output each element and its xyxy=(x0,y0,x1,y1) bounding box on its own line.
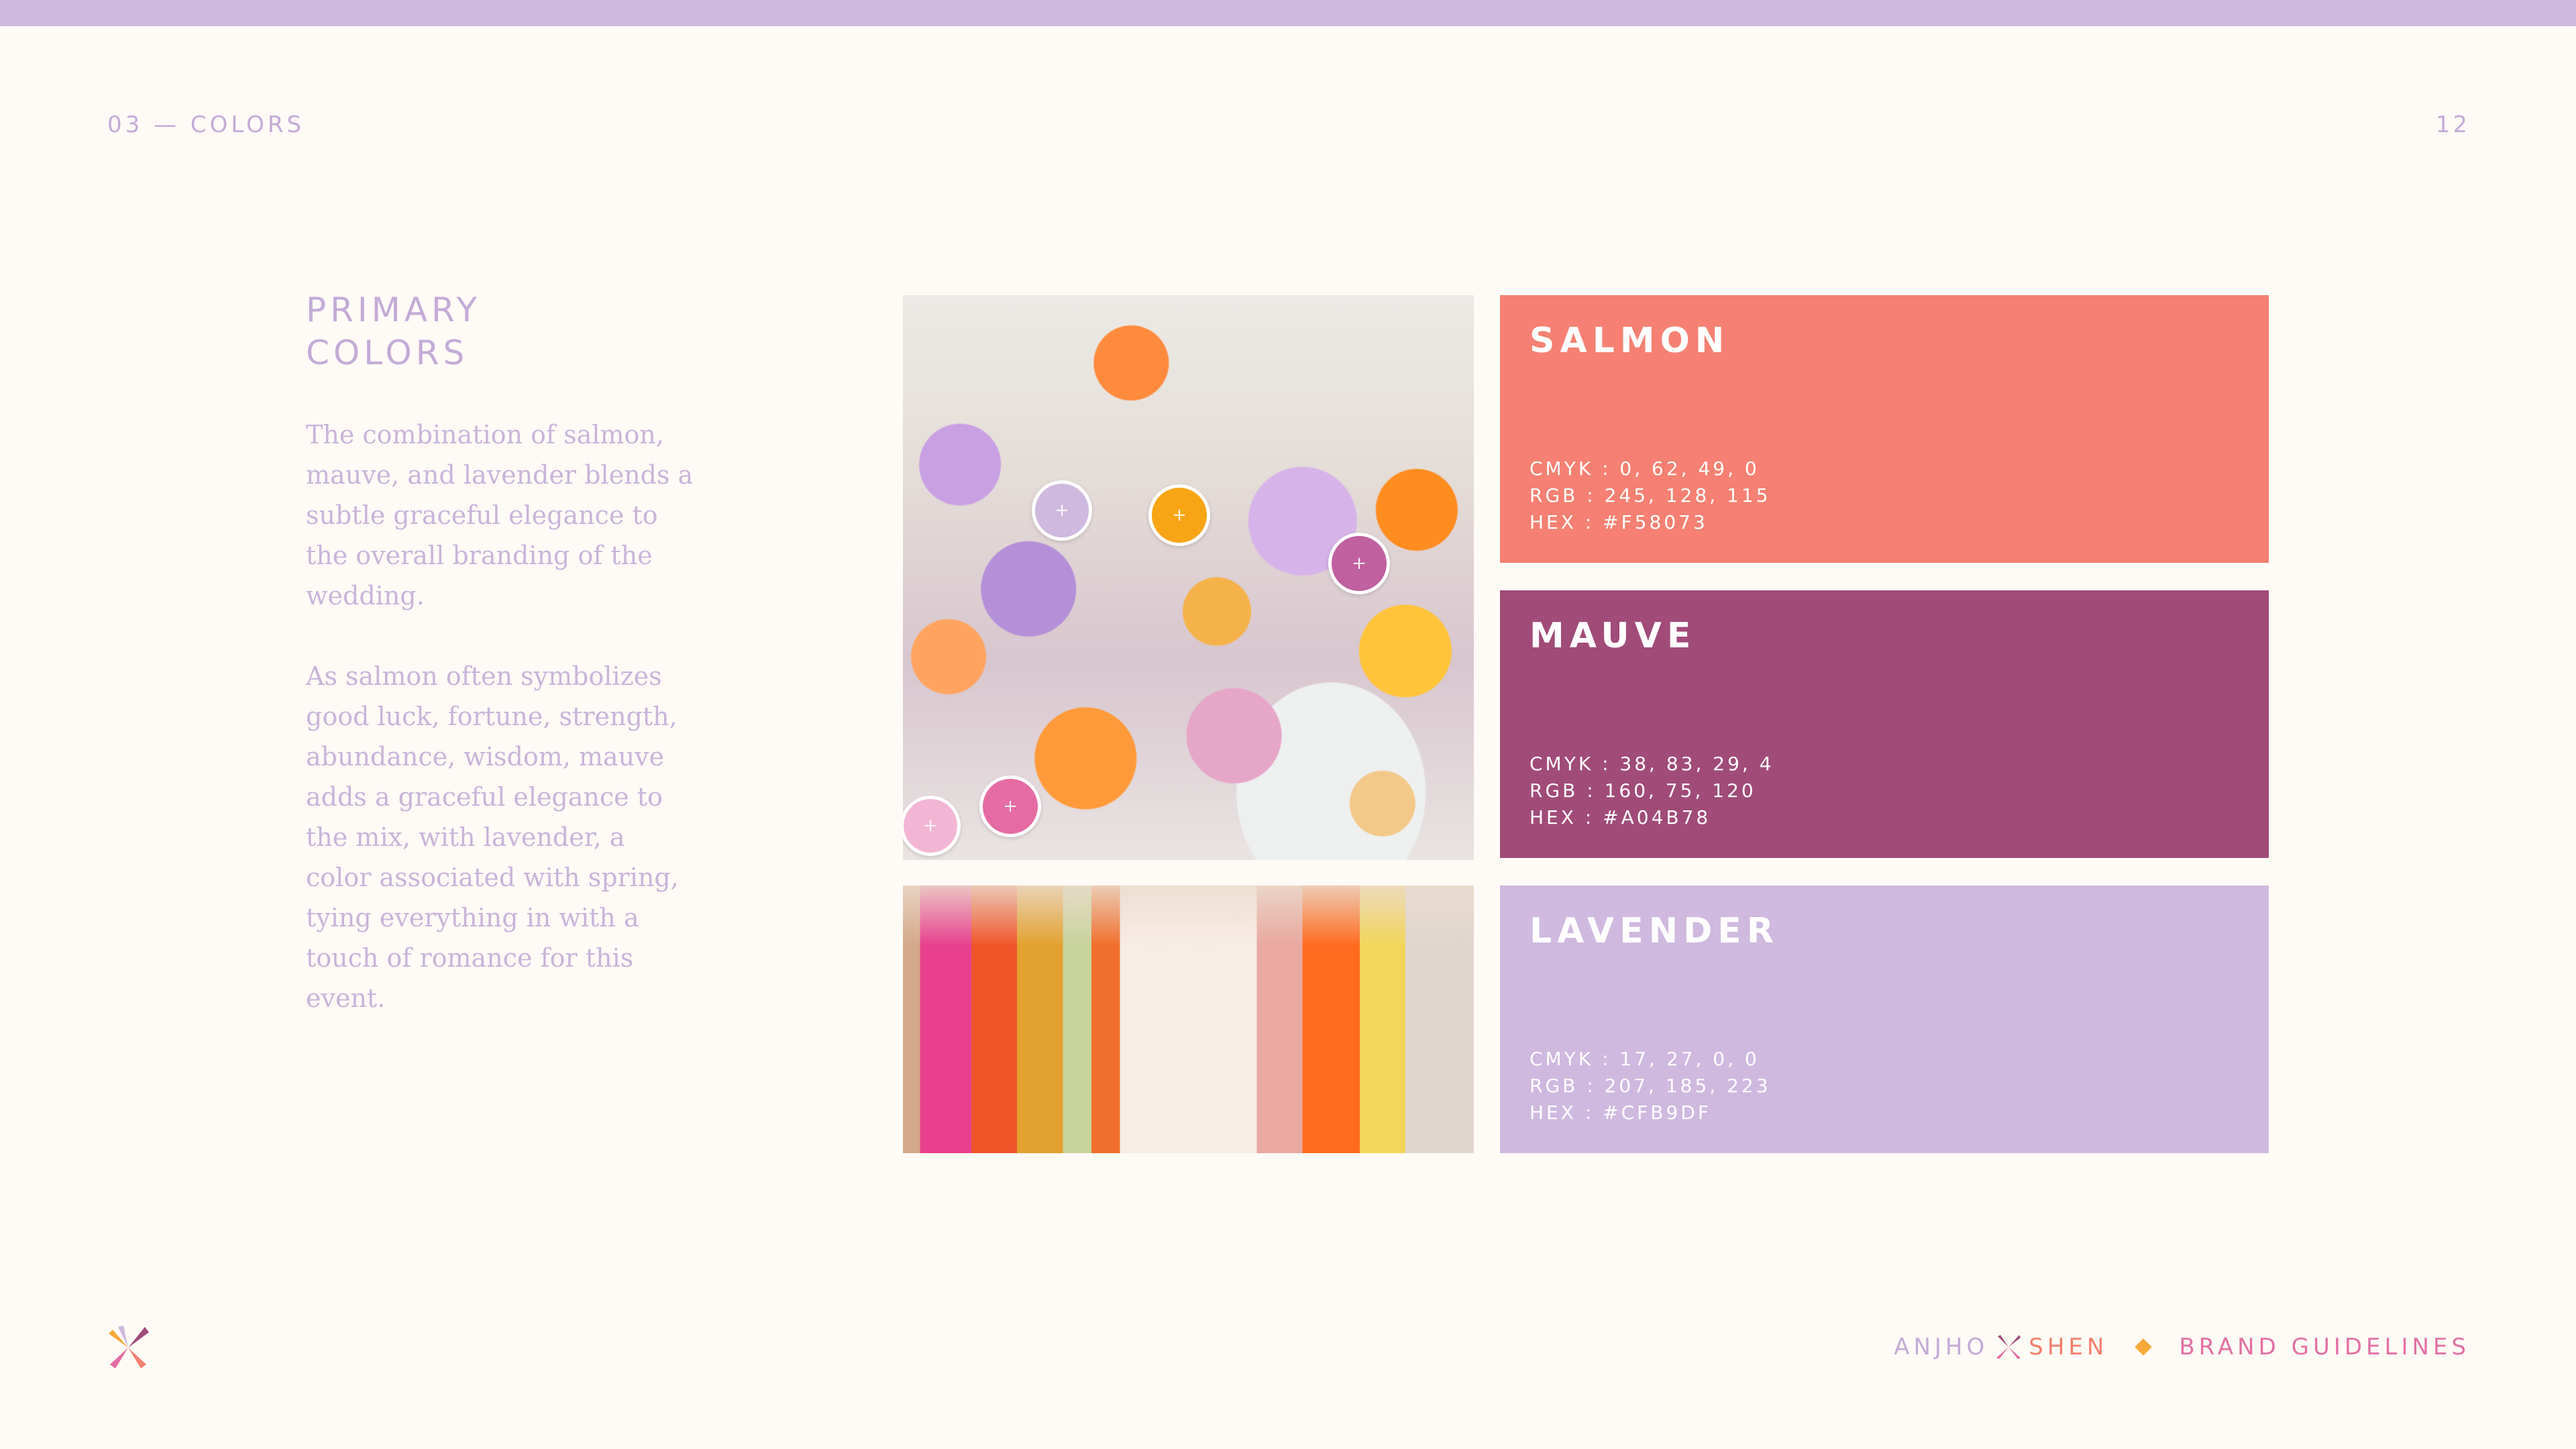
plus-icon[interactable]: + xyxy=(903,796,961,856)
swatch-rgb: RGB : 245, 128, 115 xyxy=(1529,484,1771,506)
swatch-name: MAUVE xyxy=(1529,616,1697,656)
top-accent-bar xyxy=(0,0,2576,26)
swatch-hex: HEX : #F58073 xyxy=(1529,511,1708,533)
swatch-rgb: RGB : 160, 75, 120 xyxy=(1529,780,1756,802)
page-number: 12 xyxy=(2435,111,2470,138)
swatch-rgb: RGB : 207, 185, 223 xyxy=(1529,1075,1771,1097)
diamond-icon xyxy=(2135,1338,2153,1356)
plus-icon[interactable]: + xyxy=(979,775,1041,837)
brand-name-second: SHEN xyxy=(2029,1334,2108,1360)
title-line-2: COLORS xyxy=(306,333,469,372)
swatch-cmyk: CMYK : 38, 83, 29, 4 xyxy=(1529,753,1774,775)
symbolism-paragraph: As salmon often symbolizes good luck, fo… xyxy=(306,661,679,1013)
swatch-values: CMYK : 0, 62, 49, 0 RGB : 245, 128, 115 … xyxy=(1529,455,1771,536)
footer-brand-line: ANJHO SHEN BRAND GUIDELINES xyxy=(1894,1334,2470,1360)
intro-paragraph: The combination of salmon, mauve, and la… xyxy=(306,420,694,610)
swatch-cmyk: CMYK : 17, 27, 0, 0 xyxy=(1529,1048,1760,1070)
document-title: BRAND GUIDELINES xyxy=(2179,1334,2470,1360)
photo-flowers: + + + + + xyxy=(903,295,1474,860)
swatch-cmyk: CMYK : 0, 62, 49, 0 xyxy=(1529,458,1760,480)
swatch-hex: HEX : #A04B78 xyxy=(1529,806,1711,828)
title-line-1: PRIMARY xyxy=(306,290,482,329)
swatch-values: CMYK : 17, 27, 0, 0 RGB : 207, 185, 223 … xyxy=(1529,1046,1771,1126)
swatch-mauve: MAUVE CMYK : 38, 83, 29, 4 RGB : 160, 75… xyxy=(1500,590,2269,858)
swatch-lavender: LAVENDER CMYK : 17, 27, 0, 0 RGB : 207, … xyxy=(1500,885,2269,1153)
plus-icon[interactable]: + xyxy=(1032,480,1092,541)
brand-name-first: ANJHO xyxy=(1894,1334,1989,1360)
section-label: 03 — COLORS xyxy=(107,111,305,138)
swatch-values: CMYK : 38, 83, 29, 4 RGB : 160, 75, 120 … xyxy=(1529,751,1774,831)
swatch-name: LAVENDER xyxy=(1529,911,1779,951)
swatch-salmon: SALMON CMYK : 0, 62, 49, 0 RGB : 245, 12… xyxy=(1500,295,2269,563)
plus-icon[interactable]: + xyxy=(1148,484,1210,546)
brand-mark-icon xyxy=(1996,1335,2021,1359)
brand-mark-icon xyxy=(109,1326,149,1368)
page-title: PRIMARY COLORS xyxy=(306,288,641,374)
photo-bridal-party xyxy=(903,885,1474,1153)
swatch-name: SALMON xyxy=(1529,321,1730,361)
swatch-hex: HEX : #CFB9DF xyxy=(1529,1102,1711,1124)
plus-icon[interactable]: + xyxy=(1328,533,1390,594)
